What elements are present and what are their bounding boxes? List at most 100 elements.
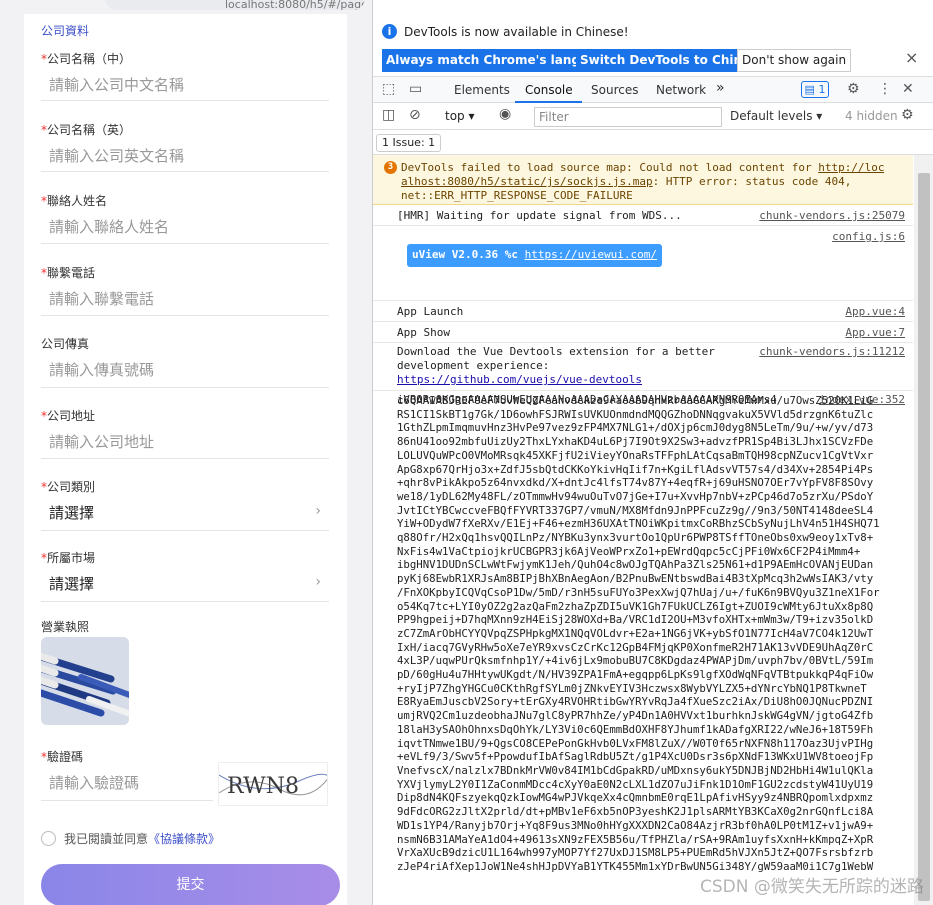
console-scrollbar[interactable] [914,155,933,905]
base64-line: LOLUVQuWPcO0VMoMRsqk45XKFjfU2iVieyYOnaRs… [397,448,874,462]
address-bar[interactable]: localhost:8080/h5/#/pages/register [105,0,365,10]
agree-terms[interactable]: 我已閱讀並同意《協議條款》 [41,830,220,847]
base64-line: +eVLf9/3/Swv5f+PpowdufIbAfSaglRdbU5Zt/g1… [397,750,874,764]
company-category-select[interactable]: 請選擇 [49,502,94,523]
base64-line: pyKj68EwbR1XRJsAm8BIPjBhXBnAegAon/B2PnuB… [397,572,874,586]
chevron-right-icon: › [315,574,321,590]
field-contact-phone[interactable]: *聯繫電話 請輸入聯繫電話 [41,264,329,316]
base64-line: pD/60gHu4u7HHtywUKgdt/N/HV39ZPA1FmA+egqp… [397,668,874,682]
tab-network[interactable]: Network [656,83,706,97]
submit-button[interactable]: 提交 [41,864,340,905]
log-levels-select[interactable]: Default levels ▾ [730,109,822,123]
tab-elements[interactable]: Elements [454,83,510,97]
section-title: 公司資料 [41,24,90,38]
field-label: 營業執照 [41,620,90,634]
base64-line: zC7ZmArObHCYYQVpqZSPHpkgMX1NQqVOLdvr+E2a… [397,626,874,640]
source-map-link[interactable]: alhost:8080/h5/static/js/sockjs.js.map [401,175,653,188]
field-company-category[interactable]: *公司類別 請選擇 › [41,478,329,531]
field-company-name-en[interactable]: *公司名稱（英） 請輸入公司英文名稱 [41,121,329,172]
source-link[interactable]: config.js:6 [832,230,905,244]
field-label: 公司地址 [47,409,96,423]
issues-chip[interactable]: 1 Issue: 1 [376,134,442,152]
company-address-input[interactable]: 請輸入公司地址 [49,431,154,452]
chevron-right-icon: › [315,503,321,519]
field-market[interactable]: *所屬市場 請選擇 › [41,549,329,602]
business-license-image[interactable] [41,637,129,725]
divider [41,100,329,101]
screen: localhost:8080/h5/#/pages/register 公司資料 … [0,0,933,905]
source-map-link[interactable]: http://loc [818,161,884,174]
divider [41,800,213,801]
tab-console[interactable]: Console [525,83,573,97]
field-label: 公司類別 [47,480,96,494]
base64-line: 9dFdcORG2zJltX2prld/dt+pMBv1eF6xb5nOP3ye… [397,805,874,819]
hidden-count: 4 hidden [845,109,898,123]
terms-link[interactable]: 《協議條款》 [148,832,220,846]
vue-devtools-link[interactable]: https://github.com/vuejs/vue-devtools [397,373,642,386]
scroll-thumb[interactable] [918,173,930,901]
more-tabs-icon[interactable]: » [716,80,725,96]
uview-banner: uView V2.0.36 %c https://uviewui.com/ [407,244,662,267]
console-error-row: 3 DevTools failed to load source map: Co… [373,155,913,205]
filter-input[interactable]: Filter [534,107,722,127]
field-label: 聯絡人姓名 [47,194,108,208]
kebab-menu-icon[interactable]: ⋮ [878,81,892,97]
captcha-text: RWN8 [227,774,299,799]
device-toggle-icon[interactable]: ▭ [409,81,422,97]
context-select[interactable]: top ▾ [445,109,475,123]
agree-radio[interactable] [41,831,56,846]
notice-text: DevTools is now available in Chinese! [404,25,629,39]
base64-line: 18laH3ySAOhOhnxsDqOhYk/LY3Vi0c6QEmmBdOXH… [397,722,874,736]
source-link[interactable]: App.vue:7 [845,326,905,340]
base64-line: VrXaXUcB9dzicU1L164wh997yMOP7Yf27UxDJ1SM… [397,846,874,860]
base64-line: E8RyaEmJuscbV2Sory+tErGXy4RVOHRtibGwYRYv… [397,695,874,709]
info-icon: i [382,24,397,39]
market-select[interactable]: 請選擇 [49,573,94,594]
issues-badge[interactable]: ▤ 1 [801,81,829,98]
dont-show-button[interactable]: Don't show again [737,49,852,72]
base64-line: we18/1yDL62My48FL/zOTmmwHv94wuOuTvO7jGe+… [397,489,874,503]
error-count-icon: 3 [384,161,397,174]
base64-line: YiW+ODydW7fXeRXv/E1Ej+F46+ezmH36UXAtTNOi… [397,517,880,531]
close-devtools-icon[interactable]: ✕ [902,81,914,97]
base64-line: IxH/iacq7GVyRHw5oXe7eYR9xvsCzCrKc12GpB4F… [397,640,874,654]
field-company-fax[interactable]: 公司傳真 請輸入傳真號碼 [41,335,329,388]
base64-line: PP9hgpeij+D7hqMXnn9zH4EiSj28WOXd+Ba/VRC1… [397,613,874,627]
captcha-image[interactable]: RWN8 [218,762,328,806]
base64-line: NxFis4w1VaCtpiojkrUCBGPR3jk6AjVeoWPrxZo1… [397,544,861,558]
console-settings-icon[interactable]: ⚙ [901,107,914,123]
sidebar-toggle-icon[interactable]: ◫ [382,107,395,123]
contact-phone-input[interactable]: 請輸入聯繫電話 [49,288,154,309]
divider [41,315,329,316]
field-label: 所屬市場 [47,551,96,565]
base64-line: ApG8xp67QrHjo3x+ZdfJ5sbQtdCKKoYkivHqIif7… [397,462,874,476]
base64-line: 4xL3P/uqwPUrQksmfnhp1Y/+4iv6jLx9mobuBU7C… [397,654,874,668]
contact-name-input[interactable]: 請輸入聯絡人姓名 [49,216,169,237]
divider [41,530,329,531]
base64-line: WD1s1YP4/Ranyjb7Orj+Yq8F9us3MNo0hHYgXXXD… [397,818,874,832]
base64-line: c6QAAIABJREFUeF7UvWeQZFeanvdckze9raosb9q… [397,394,874,407]
field-label: 公司名稱（英） [47,123,132,137]
console-log-row: [HMR] Waiting for update signal from WDS… [373,205,913,226]
field-company-address[interactable]: *公司地址 請輸入公司地址 [41,407,329,459]
field-business-license: 營業執照 [41,618,329,635]
close-icon[interactable]: × [905,48,918,67]
active-tab-indicator [515,101,582,103]
language-notice: i DevTools is now available in Chinese! … [373,12,933,74]
clear-console-icon[interactable]: ⊘ [409,107,421,123]
uview-link[interactable]: https://uviewui.com/ [525,248,657,261]
company-fax-input[interactable]: 請輸入傳真號碼 [49,359,154,380]
field-contact-name[interactable]: *聯絡人姓名 請輸入聯絡人姓名 [41,192,329,244]
company-name-cn-input[interactable]: 請輸入公司中文名稱 [49,74,184,95]
base64-line: 1GthZLpmImqmuvHnz3HvPe97vez9zFP4MX7NLG1+… [397,421,874,435]
tab-sources[interactable]: Sources [591,83,638,97]
field-company-name-cn[interactable]: *公司名稱（中） 請輸入公司中文名稱 [41,50,329,101]
gear-icon[interactable]: ⚙ [847,81,860,97]
inspect-icon[interactable]: ⬚ [382,81,395,97]
source-link[interactable]: App.vue:4 [845,305,905,319]
source-link[interactable]: chunk-vendors.js:25079 [759,209,905,223]
captcha-input[interactable]: 請輸入驗證碼 [49,772,139,793]
source-link[interactable]: chunk-vendors.js:11212 [759,345,905,359]
company-name-en-input[interactable]: 請輸入公司英文名稱 [49,145,184,166]
eye-icon[interactable]: ◉ [499,106,511,122]
